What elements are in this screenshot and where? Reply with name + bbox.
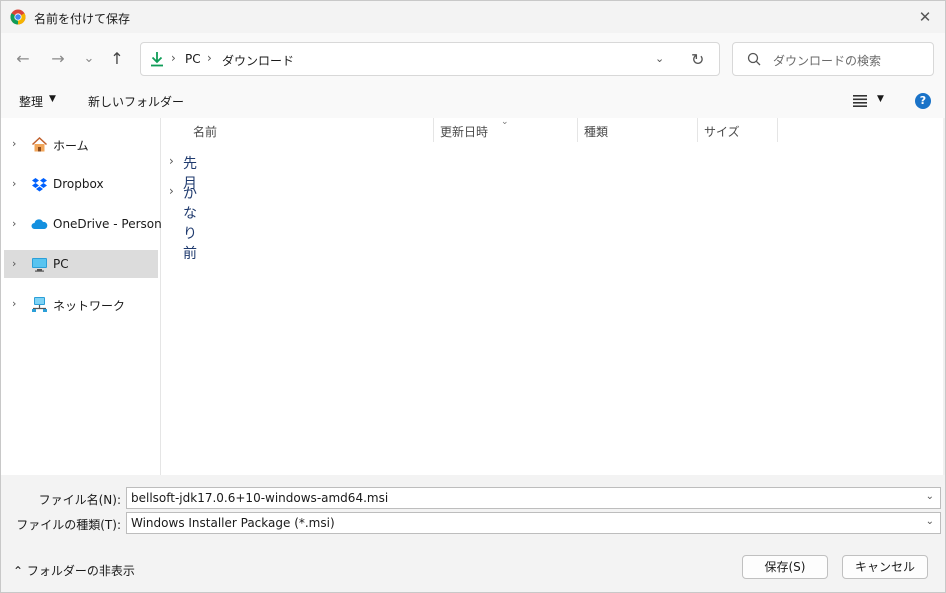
arrow-left-icon: ← — [16, 48, 30, 68]
group-label: かなり前 — [183, 186, 197, 262]
filename-label: ファイル名(N): — [38, 493, 121, 507]
caret-down-icon[interactable]: ▼ — [877, 94, 884, 104]
refresh-icon[interactable]: ↻ — [691, 50, 704, 69]
help-icon[interactable]: ? — [915, 93, 931, 109]
scrollbar[interactable] — [943, 118, 945, 475]
sidebar-item-pc[interactable]: › PC — [4, 250, 158, 278]
chevron-right-icon: › — [169, 184, 174, 198]
column-divider[interactable] — [777, 118, 778, 142]
sidebar-item-dropbox[interactable]: › Dropbox — [4, 170, 158, 198]
filetype-value: Windows Installer Package (*.msi) — [131, 516, 335, 530]
navigation-pane: › ホーム › Dropbox › OneDrive - Personal › — [1, 118, 172, 475]
window-title: 名前を付けて保存 — [34, 12, 131, 26]
filetype-select[interactable]: Windows Installer Package (*.msi) ⌄ — [126, 512, 941, 534]
save-form: ファイル名(N): bellsoft-jdk17.0.6+10-windows-… — [1, 475, 945, 592]
sidebar-item-label: PC — [53, 257, 69, 271]
search-icon — [747, 52, 761, 66]
command-bar: 整理 ▼ 新しいフォルダー ▼ ? — [1, 85, 945, 118]
chevron-right-icon[interactable]: › — [12, 137, 16, 150]
column-divider[interactable] — [577, 118, 578, 142]
search-box[interactable]: ダウンロードの検索 — [732, 42, 934, 76]
chevron-right-icon[interactable]: › — [12, 217, 16, 230]
arrow-right-icon: → — [51, 48, 65, 68]
column-header-name[interactable]: 名前 — [193, 123, 217, 140]
chevron-right-icon[interactable]: › — [12, 257, 16, 270]
breadcrumb-pc[interactable]: PC — [185, 52, 201, 66]
onedrive-icon — [31, 219, 48, 229]
cancel-button[interactable]: キャンセル — [842, 555, 928, 579]
dropbox-icon — [32, 178, 47, 192]
close-button[interactable]: ✕ — [905, 1, 945, 33]
chevron-right-icon[interactable]: › — [12, 177, 16, 190]
address-bar[interactable]: › PC › ダウンロード ⌄ ↻ — [140, 42, 720, 76]
forward-button[interactable]: → — [46, 46, 70, 70]
arrow-up-icon: ↑ — [110, 48, 124, 68]
chrome-icon — [10, 9, 26, 25]
chevron-down-icon[interactable]: ⌄ — [926, 516, 934, 527]
close-icon: ✕ — [918, 8, 932, 26]
chevron-down-icon: ⌄ — [83, 50, 95, 66]
save-button[interactable]: 保存(S) — [742, 555, 828, 579]
filename-input[interactable]: bellsoft-jdk17.0.6+10-windows-amd64.msi … — [126, 487, 941, 509]
chevron-down-icon[interactable]: ⌄ — [926, 491, 934, 502]
column-header-modified[interactable]: 更新日時 — [440, 123, 488, 140]
sidebar-item-label: OneDrive - Personal — [53, 217, 173, 231]
network-icon — [32, 297, 47, 312]
view-options-icon[interactable] — [853, 95, 867, 107]
column-header-size[interactable]: サイズ — [704, 123, 740, 140]
sidebar-item-onedrive[interactable]: › OneDrive - Personal — [4, 210, 172, 238]
navigation-bar: ← → ⌄ ↑ › PC › ダウンロード ⌄ ↻ ダウンロードの検索 — [1, 33, 945, 85]
download-icon — [151, 52, 163, 67]
sort-caret-icon: ⌄ — [501, 117, 509, 127]
sidebar-item-network[interactable]: › ネットワーク — [4, 290, 158, 318]
breadcrumb-separator-icon: › — [207, 51, 212, 65]
up-button[interactable]: ↑ — [105, 46, 129, 70]
breadcrumb-downloads[interactable]: ダウンロード — [222, 52, 294, 69]
search-input[interactable]: ダウンロードの検索 — [773, 52, 881, 69]
save-as-dialog: 名前を付けて保存 ✕ ← → ⌄ ↑ › PC › ダウンロード ⌄ ↻ ダウン… — [0, 0, 946, 593]
sidebar-item-label: ホーム — [53, 139, 89, 153]
file-list: 名前 ⌄ 更新日時 種類 サイズ › 先月 › かなり前 — [161, 117, 945, 475]
back-button[interactable]: ← — [11, 46, 35, 70]
organize-button[interactable]: 整理 — [19, 93, 43, 110]
sidebar-item-label: ネットワーク — [53, 299, 126, 313]
hide-folders-label: フォルダーの非表示 — [26, 564, 135, 578]
chevron-right-icon[interactable]: › — [12, 297, 16, 310]
chevron-up-icon: ⌃ — [13, 564, 24, 578]
hide-folders-toggle[interactable]: ⌃ フォルダーの非表示 — [13, 562, 135, 579]
breadcrumb-separator-icon: › — [171, 51, 176, 65]
sidebar-item-label: Dropbox — [53, 177, 104, 191]
chevron-right-icon: › — [169, 154, 174, 168]
column-divider[interactable] — [433, 118, 434, 142]
home-icon — [31, 136, 48, 152]
caret-down-icon: ▼ — [49, 94, 56, 104]
sidebar-item-home[interactable]: › ホーム — [4, 130, 158, 158]
column-divider[interactable] — [697, 118, 698, 142]
filename-value: bellsoft-jdk17.0.6+10-windows-amd64.msi — [131, 491, 389, 505]
recent-locations-button[interactable]: ⌄ — [77, 46, 101, 70]
column-header-type[interactable]: 種類 — [584, 123, 608, 140]
title-bar: 名前を付けて保存 ✕ — [1, 1, 945, 33]
address-dropdown-button[interactable]: ⌄ — [655, 52, 664, 65]
filetype-label: ファイルの種類(T): — [16, 518, 121, 532]
pc-icon — [32, 258, 47, 272]
new-folder-button[interactable]: 新しいフォルダー — [88, 93, 184, 110]
